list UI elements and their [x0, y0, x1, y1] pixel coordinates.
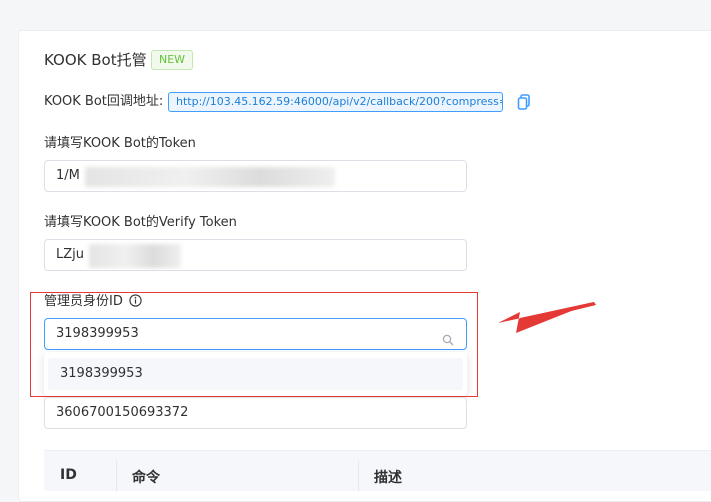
section-title: KOOK Bot托管	[44, 51, 147, 69]
admin-id-label: 管理员身份ID	[44, 293, 142, 313]
new-badge: NEW	[151, 50, 194, 70]
admin-id-value: 3198399953	[56, 326, 139, 341]
token-value: 1/M	[56, 168, 80, 183]
redaction-blur	[85, 167, 335, 187]
search-icon[interactable]	[442, 328, 454, 346]
token-label: 请填写KOOK Bot的Token	[44, 136, 196, 151]
verify-token-value: LZju	[56, 247, 84, 262]
redaction-blur	[89, 244, 181, 268]
column-header-id: ID	[60, 467, 77, 483]
column-divider	[116, 461, 117, 491]
arrow-shaft	[520, 302, 596, 323]
dropdown-option[interactable]: 3198399953	[48, 358, 463, 390]
commands-table-header: ID 命令 描述	[44, 450, 711, 491]
column-divider	[358, 461, 359, 491]
verify-token-input[interactable]: LZju	[44, 239, 467, 271]
annotation-arrow	[498, 302, 596, 333]
column-header-command: 命令	[132, 470, 160, 486]
info-icon[interactable]	[129, 294, 142, 313]
callback-url[interactable]: http://103.45.162.59:46000/api/v2/callba…	[168, 92, 503, 112]
column-header-description: 描述	[374, 470, 402, 486]
admin-id-dropdown: 3198399953	[44, 352, 467, 396]
token-input[interactable]: 1/M	[44, 160, 467, 192]
extra-id-input[interactable]: 3606700150693372	[44, 397, 467, 429]
copy-icon[interactable]	[517, 94, 531, 110]
callback-label: KOOK Bot回调地址:	[44, 94, 164, 109]
extra-id-value: 3606700150693372	[56, 405, 189, 420]
verify-token-label: 请填写KOOK Bot的Verify Token	[44, 215, 237, 230]
admin-id-input[interactable]: 3198399953	[44, 318, 467, 350]
